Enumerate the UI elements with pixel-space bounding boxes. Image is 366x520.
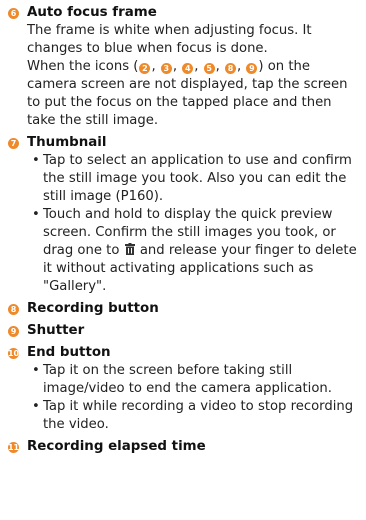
item-title: Auto focus frame bbox=[27, 5, 157, 20]
item-title: Recording button bbox=[27, 301, 159, 316]
inline-number-badge: 3 bbox=[160, 63, 172, 74]
item-body: • Tap it on the screen before taking stil… bbox=[8, 362, 358, 434]
item-heading: 11 Recording elapsed time bbox=[8, 438, 358, 456]
bullet-item: • Tap to select an application to use and… bbox=[27, 152, 358, 206]
bullet-dot: • bbox=[32, 363, 40, 378]
item-heading: 10 End button bbox=[8, 344, 358, 362]
number-badge: 7 bbox=[8, 137, 19, 149]
item-body: The frame is white when adjusting focus.… bbox=[8, 22, 358, 130]
number-badge: 8 bbox=[8, 303, 19, 315]
inline-number-badge: 2 bbox=[139, 63, 151, 74]
bullet-item: • Tap it on the screen before taking stil… bbox=[27, 362, 358, 398]
item-body: • Tap to select an application to use and… bbox=[8, 152, 358, 296]
bullet-dot: • bbox=[32, 207, 40, 222]
inline-number-badge: 4 bbox=[182, 63, 194, 74]
item-title: End button bbox=[27, 345, 111, 360]
item-heading: 9 Shutter bbox=[8, 322, 358, 340]
item-recording-button: 8 Recording button bbox=[8, 300, 358, 318]
inline-number-badge: 9 bbox=[246, 63, 258, 74]
manual-page: 6 Auto focus frame The frame is white wh… bbox=[0, 0, 366, 520]
number-badge: 6 bbox=[8, 7, 19, 19]
item-recording-elapsed-time: 11 Recording elapsed time bbox=[8, 438, 358, 456]
item-heading: 8 Recording button bbox=[8, 300, 358, 318]
bullet-text: Tap to select an application to use and … bbox=[43, 153, 352, 204]
item-heading: 7 Thumbnail bbox=[8, 134, 358, 152]
item-title: Thumbnail bbox=[27, 135, 107, 150]
text-span: When the icons ( bbox=[27, 59, 139, 74]
trash-icon bbox=[124, 243, 135, 255]
number-badge: 10 bbox=[7, 347, 20, 359]
bullet-text: Tap it on the screen before taking still… bbox=[43, 363, 332, 396]
item-auto-focus-frame: 6 Auto focus frame The frame is white wh… bbox=[8, 4, 358, 130]
item-thumbnail: 7 Thumbnail • Tap to select an applicatio… bbox=[8, 134, 358, 296]
item-title: Shutter bbox=[27, 323, 85, 338]
item-heading: 6 Auto focus frame bbox=[8, 4, 358, 22]
bullet-dot: • bbox=[32, 153, 40, 168]
bullet-item: • Touch and hold to display the quick pre… bbox=[27, 206, 358, 296]
number-badge: 9 bbox=[8, 325, 19, 337]
inline-number-badge: 5 bbox=[203, 63, 215, 74]
bullet-list: • Tap it on the screen before taking stil… bbox=[27, 362, 358, 434]
bullet-item: • Tap it while recording a video to stop … bbox=[27, 398, 358, 434]
inline-number-badge: 8 bbox=[225, 63, 237, 74]
bullet-text: Tap it while recording a video to stop r… bbox=[43, 399, 354, 432]
number-badge: 11 bbox=[7, 441, 20, 453]
item-shutter: 9 Shutter bbox=[8, 322, 358, 340]
bullet-dot: • bbox=[32, 399, 40, 414]
bullet-list: • Tap to select an application to use and… bbox=[27, 152, 358, 296]
description-paragraph: The frame is white when adjusting focus.… bbox=[27, 23, 312, 56]
description-paragraph: When the icons (2, 3, 4, 5, 8, 9) on the… bbox=[27, 59, 348, 128]
item-title: Recording elapsed time bbox=[27, 439, 206, 454]
item-end-button: 10 End button • Tap it on the screen befo… bbox=[8, 344, 358, 434]
